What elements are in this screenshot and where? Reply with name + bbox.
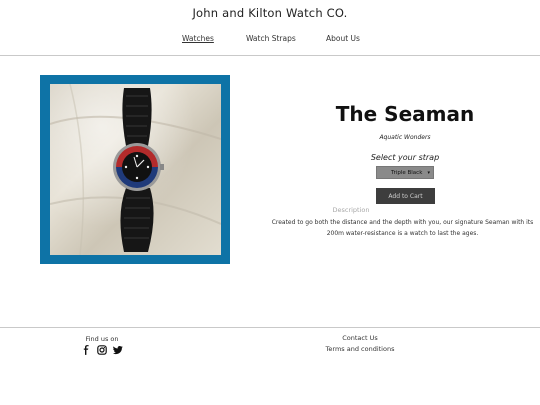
nav-watches[interactable]: Watches — [182, 34, 214, 43]
find-us-label: Find us on — [85, 335, 119, 343]
contact-us-link[interactable]: Contact Us — [300, 334, 420, 342]
product-tagline: Aquatic Wonders — [379, 134, 431, 141]
chevron-down-icon: ▾ — [427, 169, 430, 176]
facebook-icon[interactable] — [81, 345, 91, 355]
nav-about-us[interactable]: About Us — [326, 34, 360, 43]
product-page: John and Kilton Watch CO. Watches Watch … — [0, 0, 540, 405]
footer-divider — [0, 327, 540, 328]
add-to-cart-button[interactable]: Add to Cart — [376, 188, 435, 204]
twitter-icon[interactable] — [113, 345, 123, 355]
product-description: Created to go both the distance and the … — [271, 219, 534, 237]
social-links — [81, 345, 123, 355]
site-title[interactable]: John and Kilton Watch CO. — [0, 6, 540, 20]
product-photo[interactable] — [50, 84, 221, 255]
strap-select[interactable]: Triple Black ▾ — [376, 166, 434, 179]
strap-select-label: Select your strap — [370, 153, 440, 162]
instagram-icon[interactable] — [97, 345, 107, 355]
watch-image — [50, 84, 221, 255]
product-image-frame — [40, 75, 230, 264]
description-label: Description — [332, 206, 370, 214]
nav-watch-straps[interactable]: Watch Straps — [246, 34, 296, 43]
strap-select-value: Triple Black — [391, 169, 423, 176]
product-title: The Seaman — [335, 102, 475, 126]
header-divider — [0, 55, 540, 56]
terms-link[interactable]: Terms and conditions — [300, 345, 420, 353]
